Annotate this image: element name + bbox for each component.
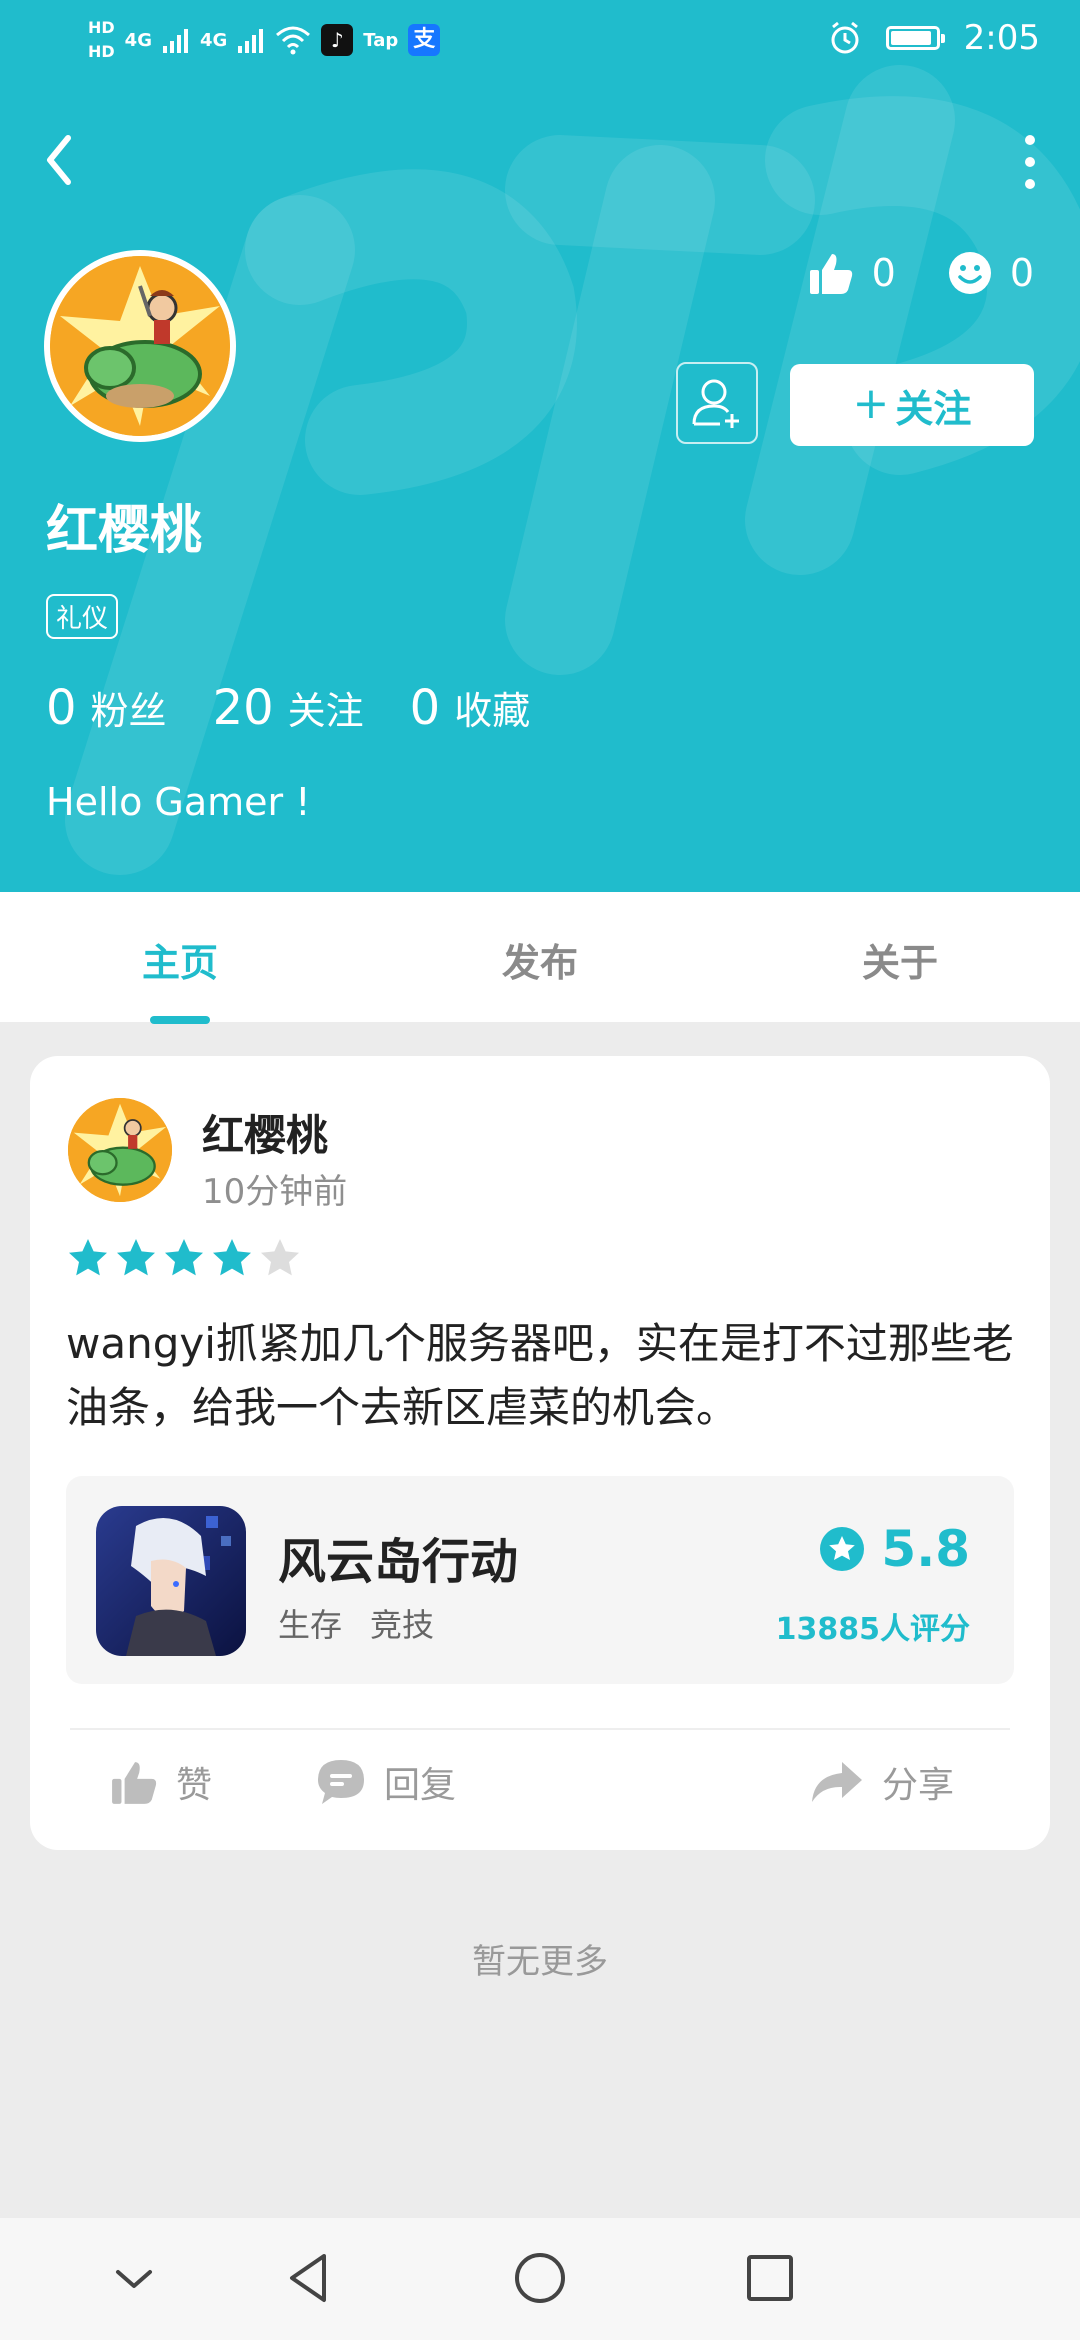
taptap-watermark: [65, 65, 1080, 875]
stat-label: 收藏: [454, 689, 531, 733]
signal-icon: [238, 29, 264, 53]
alarm-icon: [831, 21, 859, 54]
game-title: 风云岛行动: [278, 1534, 519, 1590]
active-tab-indicator: [150, 1016, 210, 1024]
wifi-icon: [276, 26, 311, 55]
star-filled-icon: [69, 1239, 107, 1276]
tab-home[interactable]: 主页: [0, 932, 360, 987]
like-button[interactable]: 赞: [110, 1756, 212, 1808]
likes-count: 0: [871, 251, 896, 295]
share-button[interactable]: 分享: [810, 1756, 954, 1808]
stat-following[interactable]: 20 关注: [213, 680, 364, 736]
thumb-up-icon: [112, 1762, 157, 1804]
game-tag: 生存: [278, 1606, 343, 1644]
more-icon[interactable]: [1010, 130, 1050, 194]
rating-stars: [66, 1236, 302, 1280]
post-author-name[interactable]: 红樱桃: [202, 1102, 328, 1163]
game-tags: 生存 竞技: [278, 1600, 434, 1646]
smile-icon: [948, 252, 991, 294]
avatar-image: [68, 1098, 172, 1202]
post-text: wangyi抓紧加几个服务器吧，实在是打不过那些老油条，给我一个去新区虐菜的机会…: [66, 1319, 1014, 1432]
chevron-down-icon[interactable]: [104, 2248, 164, 2308]
game-score-value: 5.8: [881, 1520, 970, 1578]
smile-counter[interactable]: 0: [948, 251, 1034, 295]
battery-icon: [885, 26, 945, 50]
game-icon: [96, 1506, 246, 1656]
post-author-avatar[interactable]: [68, 1098, 172, 1202]
game-artwork: [96, 1506, 246, 1656]
game-tag: 竞技: [370, 1606, 435, 1644]
stat-label: 粉丝: [90, 689, 167, 733]
alipay-label: 支: [408, 24, 441, 56]
star-filled-icon: [213, 1239, 251, 1276]
stat-number: 0: [409, 680, 441, 736]
star-filled-icon: [117, 1239, 155, 1276]
tiktok-icon: ♪: [321, 24, 354, 56]
stat-number: 0: [46, 680, 77, 736]
divider: [70, 1728, 1010, 1730]
profile-header: HD HD 4G 4G ♪ Tap 支 2:05 0 0 + 关注 红樱桃 礼仪…: [0, 0, 1080, 892]
tab-about[interactable]: 关于: [720, 932, 1080, 987]
reply-button[interactable]: 回复: [316, 1756, 456, 1808]
profile-bio: Hello Gamer !: [46, 780, 311, 824]
avatar[interactable]: [44, 250, 236, 442]
follow-button[interactable]: + 关注: [790, 364, 1034, 446]
hd2-label: HD: [88, 42, 115, 61]
follow-button-label: 关注: [895, 386, 972, 431]
likes-counter[interactable]: 0: [808, 250, 896, 296]
post-timestamp: 10分钟前: [202, 1172, 348, 1212]
status-bar: HD HD 4G 4G ♪ Tap 支 2:05: [0, 0, 1080, 80]
game-rating-count: 13885人评分: [775, 1612, 970, 1647]
avatar-image: [50, 256, 230, 436]
profile-stats: 0 粉丝 20 关注 0 收藏: [46, 680, 530, 736]
star-empty-icon: [261, 1239, 299, 1276]
user-tag: 礼仪: [46, 594, 119, 639]
tab-posts[interactable]: 发布: [360, 932, 720, 987]
like-label: 赞: [176, 1765, 213, 1806]
no-more-text: 暂无更多: [472, 1942, 608, 1982]
back-icon[interactable]: [40, 130, 92, 190]
nav-home-icon[interactable]: [510, 2248, 570, 2308]
post-card[interactable]: 红樱桃 10分钟前 wangyi抓紧加几个服务器吧，实在是打不过那些老油条，给我…: [30, 1056, 1050, 1850]
share-icon: [812, 1762, 862, 1802]
share-label: 分享: [882, 1765, 955, 1806]
system-nav-bar: [0, 2218, 1080, 2340]
network2-label: 4G: [199, 29, 228, 51]
network1-label: 4G: [124, 29, 152, 51]
star-badge-icon: [820, 1527, 865, 1571]
tap-label: Tap: [363, 29, 399, 51]
tab-bar: 主页 发布 关于: [0, 892, 1080, 1022]
add-friend-icon: [692, 379, 739, 428]
stat-favorites[interactable]: 0 收藏: [410, 680, 531, 736]
signal-icon: [162, 29, 188, 53]
stat-number: 20: [212, 680, 274, 736]
game-card[interactable]: 风云岛行动 生存 竞技 5.8 13885人评分: [66, 1476, 1014, 1684]
game-score: 5.8: [819, 1520, 970, 1578]
nav-back-icon[interactable]: [280, 2248, 340, 2308]
plus-icon: +: [852, 377, 890, 429]
comment-icon: [318, 1760, 364, 1804]
nav-recents-icon[interactable]: [740, 2248, 800, 2308]
thumb-up-icon: [809, 254, 852, 294]
reply-label: 回复: [384, 1765, 457, 1806]
add-friend-button[interactable]: [676, 362, 758, 444]
stat-label: 关注: [287, 689, 364, 733]
star-filled-icon: [165, 1239, 203, 1276]
clock: 2:05: [963, 18, 1040, 58]
smile-count: 0: [1009, 251, 1034, 295]
hd1-label: HD: [88, 18, 115, 37]
profile-name: 红樱桃: [46, 501, 203, 561]
stat-fans[interactable]: 0 粉丝: [46, 680, 167, 736]
